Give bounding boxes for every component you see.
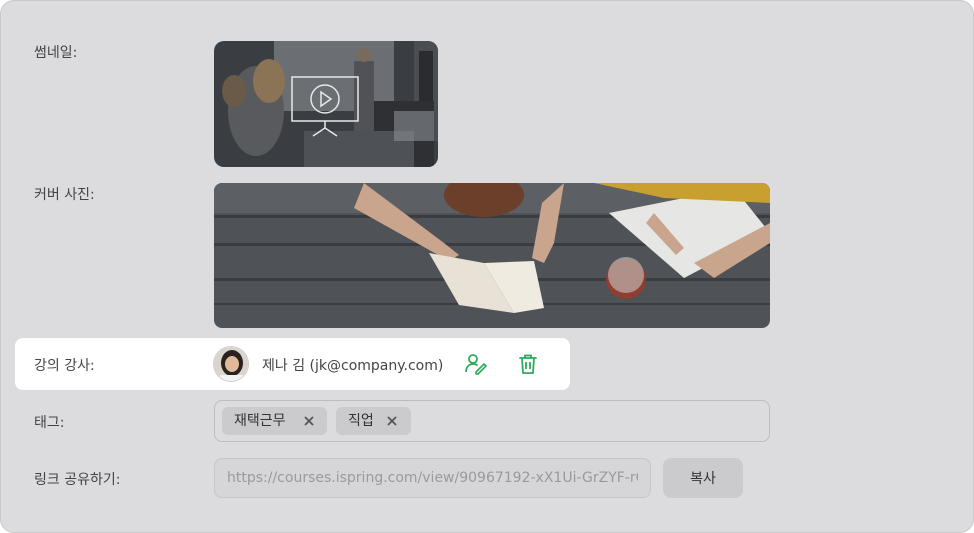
instructor-label: 강의 강사: <box>34 358 95 374</box>
tags-label: 태그: <box>34 415 65 431</box>
avatar <box>213 346 249 382</box>
close-icon[interactable] <box>304 416 314 426</box>
cover-label: 커버 사진: <box>34 187 95 203</box>
cover-image[interactable] <box>214 183 770 328</box>
trash-icon <box>519 354 537 374</box>
instructor-name: 제나 김 (jk@company.com) <box>262 358 444 374</box>
thumbnail-label: 썸네일: <box>34 45 78 61</box>
cover-photo <box>214 183 770 328</box>
delete-instructor-button[interactable] <box>517 353 539 375</box>
tag-chip-career: 직업 <box>336 407 411 435</box>
edit-instructor-button[interactable] <box>465 353 487 375</box>
copy-button[interactable]: 복사 <box>663 458 743 498</box>
tags-input[interactable]: 재택근무 직업 <box>214 400 770 442</box>
thumbnail-image[interactable] <box>214 41 438 167</box>
presentation-play-icon <box>291 76 359 137</box>
tag-label: 직업 <box>348 413 374 429</box>
share-link-input[interactable] <box>214 458 651 498</box>
course-settings-panel: 썸네일: 커버 사진: 강의 강사: 제나 김 (jk@company.com)… <box>0 0 974 533</box>
instructor-row: 강의 강사: 제나 김 (jk@company.com) <box>15 338 570 390</box>
share-link-label: 링크 공유하기: <box>34 472 121 488</box>
user-edit-icon <box>465 354 487 375</box>
tag-chip-remote-work: 재택근무 <box>222 407 327 435</box>
tag-label: 재택근무 <box>234 413 286 429</box>
close-icon[interactable] <box>387 416 397 426</box>
avatar-photo <box>214 347 248 381</box>
